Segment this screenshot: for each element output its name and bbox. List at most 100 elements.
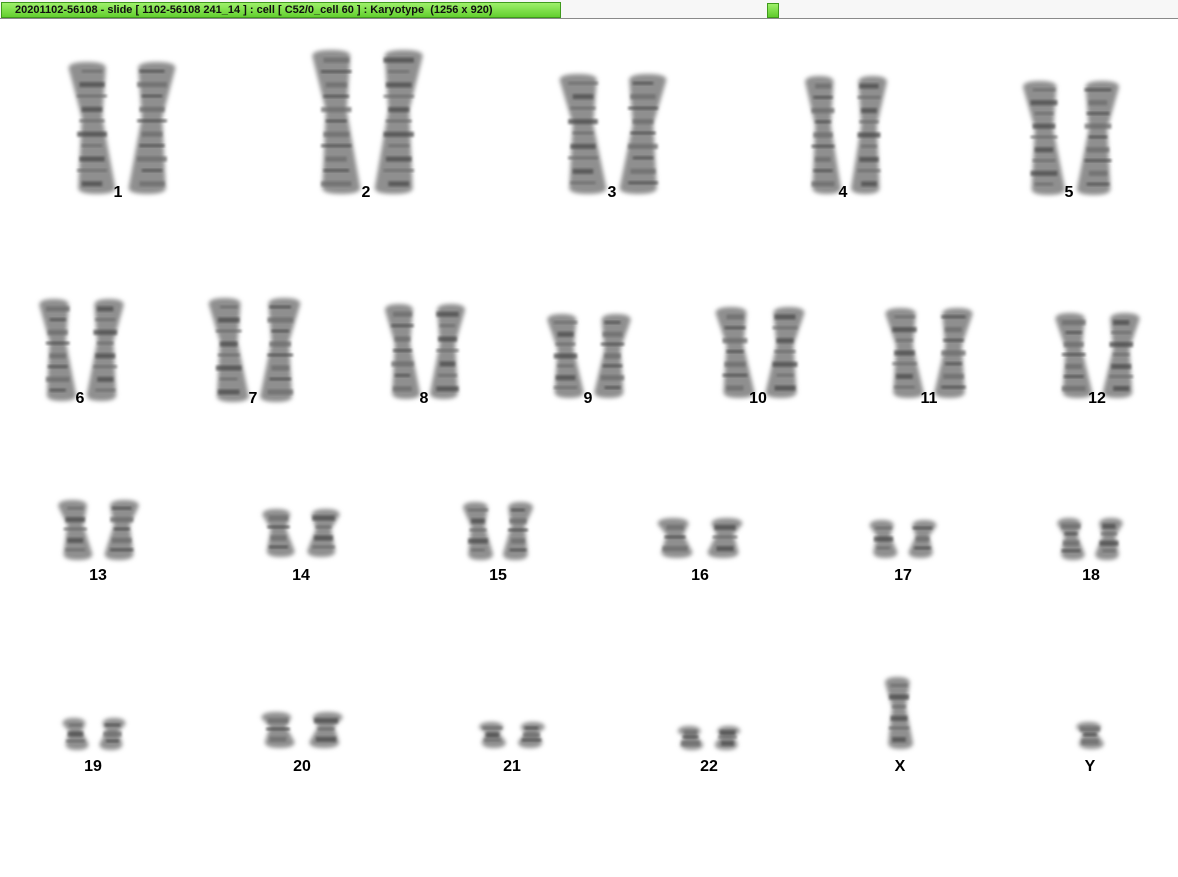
chromosome-pair-22[interactable] (672, 722, 746, 754)
chromosome-band (602, 364, 623, 368)
chromosome-band (682, 735, 699, 739)
chromosome-band (1061, 523, 1081, 529)
chromosome-band (889, 694, 909, 700)
chromosome-band (555, 342, 576, 346)
chromosome-pair-3[interactable] (553, 70, 673, 198)
chromosome-band (270, 535, 287, 541)
window-title-bar: 20201102-56108 - slide [ 1102-56108 241_… (0, 0, 1178, 19)
chromosome-band (861, 108, 877, 114)
chromosome-image (885, 308, 973, 398)
chromosome-band (323, 168, 350, 172)
chromosome-band (813, 169, 833, 173)
chromosome-pair-20[interactable] (254, 708, 350, 752)
chromosome-band (45, 376, 70, 382)
chromosome-band (718, 735, 737, 739)
chromosome-pair-16[interactable] (650, 514, 750, 562)
chromosome-band (508, 528, 528, 532)
chromosome-band (81, 69, 103, 73)
chromosome-pair-6[interactable] (34, 295, 129, 405)
chromosome-pair-2[interactable] (305, 46, 430, 198)
chromosome-label-15: 15 (489, 567, 507, 584)
chromosome-band (628, 106, 658, 110)
chromosome-band (1061, 353, 1086, 356)
chromosome-pair-1[interactable] (62, 58, 182, 198)
chromosome-band (630, 168, 656, 174)
chromatid-2 (86, 299, 124, 401)
chromosome-band (383, 57, 414, 63)
chromosome-band (1109, 342, 1134, 347)
chromosome-band (724, 361, 746, 367)
chromosome-band (722, 338, 748, 344)
chromosome-band (602, 331, 623, 337)
chromosome-pair-8[interactable] (380, 300, 470, 403)
chromosome-label-1: 1 (113, 184, 123, 201)
chromosome-pair-5[interactable] (1017, 77, 1125, 199)
chromosome-band (394, 336, 411, 342)
chromosome-pair-18[interactable] (1052, 514, 1128, 564)
chromosome-band (572, 168, 594, 174)
chromosome-band (1063, 342, 1084, 347)
chromosome-pair-14[interactable] (256, 505, 346, 561)
chromosome-image (261, 712, 343, 748)
chromosome-band (1065, 364, 1082, 369)
chromosome-band (1086, 111, 1110, 115)
chromosome-band (312, 545, 335, 549)
chromosome-band (915, 536, 930, 542)
chromosome-pair-4[interactable] (800, 72, 892, 198)
chromosome-band (553, 386, 578, 390)
chromosome-band (1032, 123, 1056, 129)
chromosome-band (103, 731, 122, 737)
chromosome-band (269, 341, 292, 347)
chromosome-band (1109, 375, 1134, 378)
chromosome-image (1055, 313, 1140, 398)
chromosome-band (568, 156, 598, 160)
chromosome-band (438, 336, 457, 342)
chromosome-band (511, 508, 525, 512)
chromosome-pair-19[interactable] (57, 714, 131, 754)
chromosome-image (1076, 722, 1104, 749)
chromosome-band (1101, 532, 1117, 536)
chromosome-band (1083, 733, 1097, 736)
window-title[interactable]: 20201102-56108 - slide [ 1102-56108 241_… (1, 2, 561, 18)
chromosome-image (657, 518, 743, 558)
chromosome-band (104, 723, 121, 727)
chromosome-pair-21[interactable] (473, 718, 551, 752)
chromosome-pair-17[interactable] (864, 516, 942, 562)
chromosome-band (876, 546, 891, 550)
chromosome-band (894, 315, 915, 319)
chromosome-pair-10[interactable] (710, 303, 810, 402)
chromosome-band (325, 156, 347, 162)
chromosome-band (65, 517, 85, 523)
chromosome-pair-13[interactable] (52, 496, 145, 564)
chromosome-label-19: 19 (84, 758, 102, 775)
chromosome-band (632, 156, 654, 160)
chromosome-pair-11[interactable] (880, 304, 978, 402)
chromosome-band (813, 95, 833, 99)
chromosome-pair-9[interactable] (542, 310, 636, 402)
chromosome-pair-x[interactable] (879, 673, 919, 753)
chromosome-pair-12[interactable] (1050, 309, 1145, 402)
chromosome-band (45, 341, 70, 345)
chromosome-band (572, 131, 594, 135)
chromosome-band (436, 349, 459, 352)
chromosome-pair-15[interactable] (458, 498, 538, 564)
chromosome-band (97, 306, 114, 312)
scrollbar-thumb[interactable] (767, 3, 779, 18)
chromosome-band (861, 181, 877, 187)
chromosome-band (628, 143, 658, 149)
chromosome-band (482, 726, 503, 730)
chromosome-label-14: 14 (292, 567, 310, 584)
chromosome-band (93, 329, 118, 335)
chromosome-band (385, 119, 412, 123)
chromosome-band (1111, 331, 1132, 334)
chromosome-band (857, 95, 881, 99)
chromosome-band (1084, 88, 1112, 92)
chromosome-label-3: 3 (607, 184, 617, 201)
chromosome-band (861, 144, 877, 148)
chromosome-band (468, 508, 488, 512)
chromosome-label-17: 17 (894, 567, 912, 584)
chromosome-band (69, 723, 82, 727)
chromosome-pair-y[interactable] (1070, 718, 1110, 753)
chromosome-band (439, 324, 456, 328)
chromosome-band (67, 537, 84, 543)
